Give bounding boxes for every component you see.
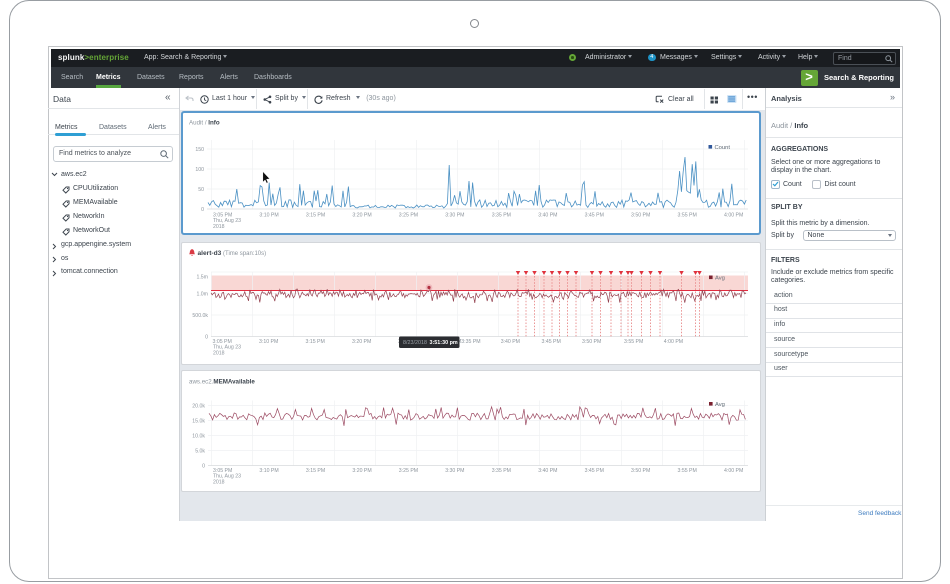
svg-text:3:20 PM: 3:20 PM [352, 339, 371, 345]
svg-text:3:40 PM: 3:40 PM [538, 468, 557, 474]
svg-text:3:40 PM: 3:40 PM [538, 213, 557, 219]
svg-text:3:30 PM: 3:30 PM [445, 213, 464, 219]
svg-text:3:15 PM: 3:15 PM [306, 339, 325, 345]
svg-text:10.0k: 10.0k [192, 433, 205, 439]
svg-text:aws.ec2.MEMAvailable: aws.ec2.MEMAvailable [189, 378, 255, 385]
svg-text:8/23/2018: 8/23/2018 [403, 340, 427, 346]
svg-text:1.5m: 1.5m [196, 275, 208, 281]
svg-text:100: 100 [195, 167, 204, 173]
svg-text:3:50 PM: 3:50 PM [631, 468, 650, 474]
svg-text:50: 50 [198, 187, 204, 193]
svg-text:3:45 PM: 3:45 PM [542, 339, 561, 345]
svg-text:Avg: Avg [715, 275, 725, 281]
svg-text:3:50 PM: 3:50 PM [582, 339, 601, 345]
svg-text:3:50 PM: 3:50 PM [631, 213, 650, 219]
svg-text:4:00 PM: 4:00 PM [724, 468, 743, 474]
svg-text:150: 150 [195, 147, 204, 153]
svg-text:20.0k: 20.0k [192, 403, 205, 409]
svg-text:3:10 PM: 3:10 PM [259, 468, 278, 474]
svg-text:3:20 PM: 3:20 PM [352, 213, 371, 219]
svg-text:3:45 PM: 3:45 PM [585, 213, 604, 219]
svg-text:4:00 PM: 4:00 PM [724, 213, 743, 219]
svg-text:3:35 PM: 3:35 PM [492, 213, 511, 219]
svg-text:3:51:30 pm: 3:51:30 pm [430, 340, 458, 346]
svg-text:2018: 2018 [213, 224, 225, 230]
svg-text:1.0m: 1.0m [196, 292, 208, 298]
svg-text:3:35 PM: 3:35 PM [492, 468, 511, 474]
svg-text:3:20 PM: 3:20 PM [352, 468, 371, 474]
svg-text:3:35 PM: 3:35 PM [461, 339, 480, 345]
svg-text:2018: 2018 [213, 351, 225, 357]
svg-text:Avg: Avg [715, 401, 725, 407]
svg-text:3:10 PM: 3:10 PM [259, 213, 278, 219]
svg-text:0: 0 [202, 463, 205, 469]
svg-text:3:55 PM: 3:55 PM [678, 213, 697, 219]
svg-text:0: 0 [205, 335, 208, 341]
svg-text:3:15 PM: 3:15 PM [306, 213, 325, 219]
svg-text:3:10 PM: 3:10 PM [259, 339, 278, 345]
svg-text:3:30 PM: 3:30 PM [445, 468, 464, 474]
svg-text:4:00 PM: 4:00 PM [664, 339, 683, 345]
svg-text:3:15 PM: 3:15 PM [306, 468, 325, 474]
svg-text:5.0k: 5.0k [195, 448, 205, 454]
svg-text:(Time span:10s): (Time span:10s) [223, 251, 266, 257]
svg-text:alert-d3: alert-d3 [198, 250, 222, 257]
svg-text:500.0k: 500.0k [192, 313, 208, 319]
svg-text:3:25 PM: 3:25 PM [399, 213, 418, 219]
svg-text:15.0k: 15.0k [192, 418, 205, 424]
svg-text:3:55 PM: 3:55 PM [624, 339, 643, 345]
svg-text:3:55 PM: 3:55 PM [678, 468, 697, 474]
svg-text:3:25 PM: 3:25 PM [399, 468, 418, 474]
svg-text:2018: 2018 [213, 479, 225, 485]
svg-text:3:45 PM: 3:45 PM [585, 468, 604, 474]
svg-text:3:40 PM: 3:40 PM [501, 339, 520, 345]
svg-text:0: 0 [201, 207, 204, 213]
svg-text:Count: Count [715, 145, 731, 151]
svg-text:Audit / Info: Audit / Info [189, 120, 220, 127]
